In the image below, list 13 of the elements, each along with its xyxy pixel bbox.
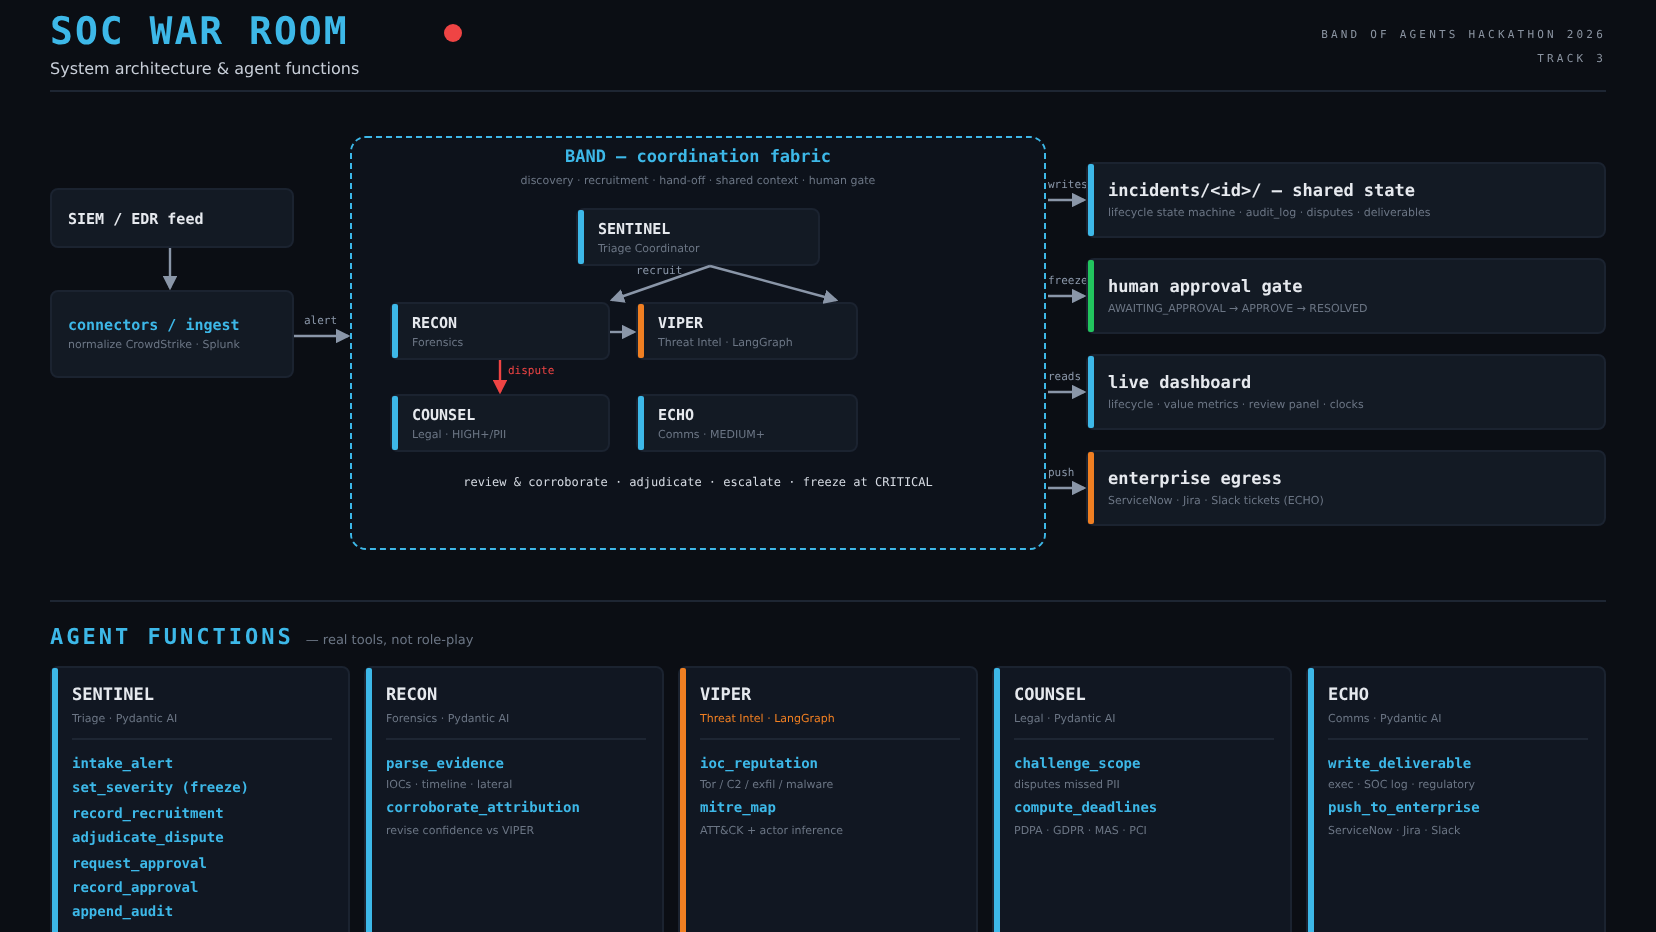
agent-name: RECON	[386, 686, 438, 706]
page-title: SOC WAR ROOM	[50, 10, 349, 54]
agent-name: SENTINEL	[72, 686, 154, 706]
agent-name: COUNSEL	[1014, 686, 1086, 706]
node-title: live dashboard	[1108, 373, 1254, 393]
agent-name: VIPER	[700, 686, 752, 706]
agent-name: ECHO	[1328, 686, 1369, 706]
node-title: enterprise egress	[1108, 469, 1284, 489]
section-title: AGENT FUNCTIONS	[50, 624, 294, 650]
page-subtitle: System architecture & agent functions	[50, 60, 362, 78]
node-title: incidents/<id>/ — shared state	[1108, 181, 1418, 201]
band-title: BAND — coordination fabric	[562, 148, 834, 168]
node-title: human approval gate	[1108, 277, 1305, 297]
